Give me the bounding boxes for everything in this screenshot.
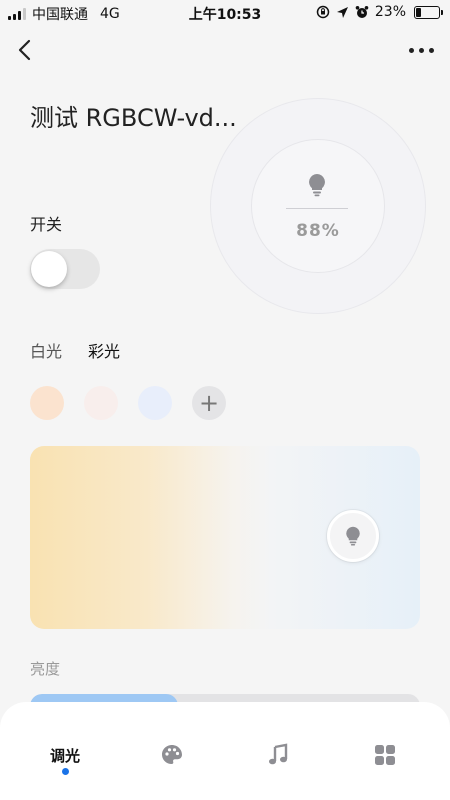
nav-tab-dimming[interactable]: 调光 [35,740,95,770]
nav-tab-scenes[interactable] [355,740,415,770]
device-title: 测试 RGBCW-vd... [30,104,237,132]
nav-tab-dimming-label: 调光 [49,746,80,765]
status-bar: 中国联通 4G 上午10:53 23% [0,0,450,26]
tab-color-light[interactable]: 彩光 [88,338,120,362]
nav-tab-color[interactable] [142,740,202,770]
back-button[interactable] [14,38,38,62]
bulb-icon [309,174,325,197]
color-swatch[interactable] [138,386,172,420]
dial-divider [286,208,348,209]
temperature-handle[interactable] [327,510,379,562]
mode-tabs: 白光 彩光 [30,338,120,362]
more-dot [429,47,434,53]
palette-icon [162,745,182,764]
alarm-icon [355,6,369,18]
power-toggle[interactable] [30,249,100,289]
status-right: 23% [316,4,443,20]
nav-tab-music[interactable] [248,740,308,770]
bottom-nav: 调光 [0,702,450,800]
orientation-lock-icon [316,5,330,19]
bulb-icon [346,526,360,546]
color-swatch[interactable] [84,386,118,420]
battery-icon [414,5,443,19]
location-icon [336,6,348,18]
color-swatches: + [30,386,226,420]
brightness-percent: 88% [296,221,340,241]
music-icon [269,743,288,765]
active-tab-indicator [62,768,69,775]
more-dot [409,47,414,53]
grid-icon [375,745,395,765]
add-swatch-button[interactable]: + [192,386,226,420]
tab-white-light[interactable]: 白光 [30,338,62,362]
more-options-button[interactable] [404,42,434,58]
battery-percent: 23% [374,4,406,20]
toggle-knob [31,251,67,287]
switch-label: 开关 [30,215,63,234]
color-swatch[interactable] [30,386,64,420]
brightness-label: 亮度 [30,660,61,678]
more-dot [419,47,424,53]
chevron-left-icon [18,39,31,61]
battery-fill [416,7,422,17]
brightness-dial-center [251,139,385,273]
